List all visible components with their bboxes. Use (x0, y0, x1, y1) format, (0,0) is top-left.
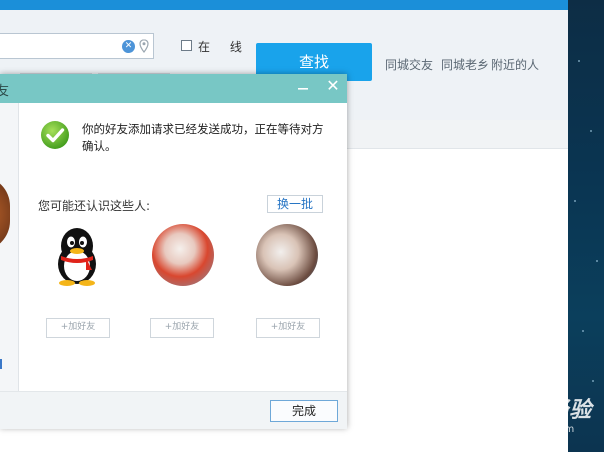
main-window-top-bar (0, 0, 568, 10)
dialog-title: 友 (0, 84, 10, 99)
done-button[interactable]: 完成 (270, 400, 338, 422)
quick-link-nearby[interactable]: 附近的人 (491, 56, 539, 73)
suggestions-label: 您可能还认识这些人: (38, 199, 151, 213)
dialog-title-bar[interactable]: 友 ✕ (0, 74, 347, 103)
qq-penguin-avatar[interactable] (48, 224, 106, 286)
friend-request-dialog: 友 ✕ 你的好友添加请求已经发送成功，正在等待对方确认。 您可能还认识这些人: … (0, 74, 347, 429)
results-header-strip (345, 120, 568, 149)
baidu-jingyan-watermark: Baidu 经验 jingyan.baidu.com (462, 388, 602, 444)
add-friend-button[interactable]: +加好友 (150, 318, 214, 338)
online-label: 在 线 (198, 40, 250, 54)
photo-avatar[interactable] (152, 224, 214, 286)
quick-link-same-city-friends[interactable]: 同城交友 (385, 56, 433, 73)
watermark-url: jingyan.baidu.com (466, 424, 576, 435)
add-friend-button[interactable]: +加好友 (256, 318, 320, 338)
clear-icon[interactable]: ✕ (122, 40, 135, 53)
left-panel-marker (0, 359, 2, 369)
requester-avatar (0, 176, 10, 251)
dialog-left-panel (0, 103, 19, 391)
check-circle-icon (41, 121, 69, 149)
location-pin-icon[interactable] (139, 39, 149, 53)
status-message: 你的好友添加请求已经发送成功，正在等待对方确认。 (82, 122, 324, 153)
watermark-brand: Baidu 经验 (462, 398, 593, 423)
quick-link-hometown[interactable]: 同城老乡 (441, 56, 489, 73)
minimize-icon[interactable] (296, 80, 310, 94)
online-checkbox[interactable] (181, 40, 192, 51)
swap-batch-button[interactable]: 换一批 (267, 195, 323, 213)
search-input[interactable]: ✕ (0, 33, 154, 59)
add-friend-button[interactable]: +加好友 (46, 318, 110, 338)
close-icon[interactable]: ✕ (325, 78, 341, 94)
photo-avatar[interactable] (256, 224, 318, 286)
desktop-background (568, 0, 604, 452)
